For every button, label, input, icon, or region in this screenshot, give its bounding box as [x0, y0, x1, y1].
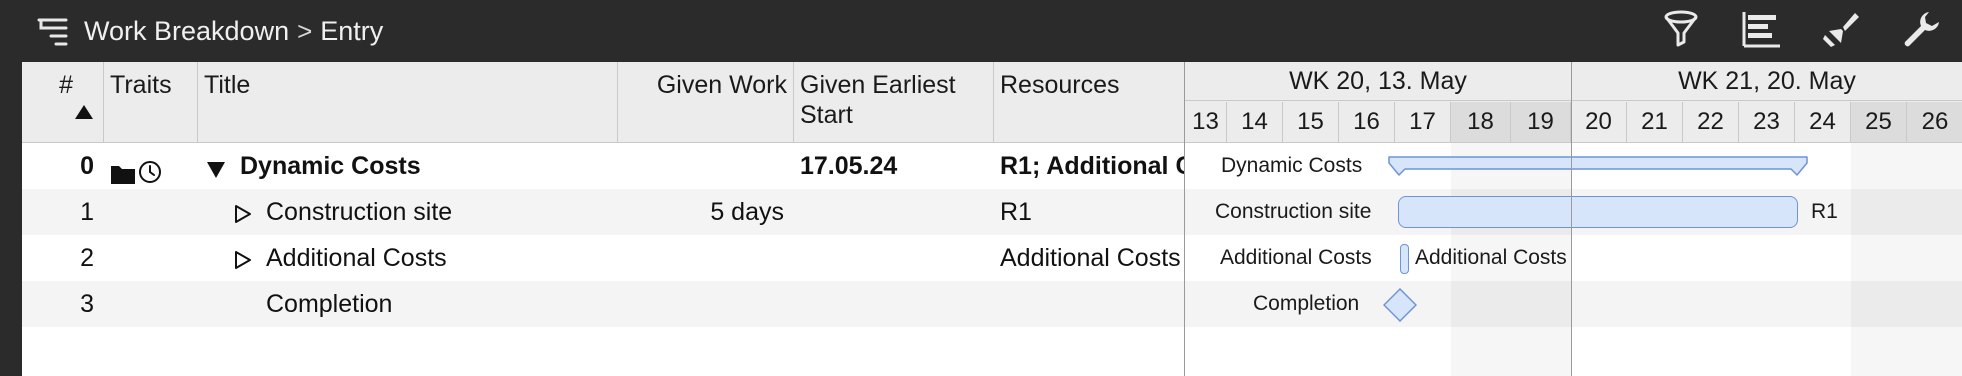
- column-label-title: Title: [204, 71, 251, 99]
- gantt-view-button[interactable]: [1738, 8, 1784, 54]
- sort-ascending-icon: [74, 98, 94, 127]
- work-breakdown-table: # Traits Title Given Work Given Earliest…: [22, 62, 1962, 376]
- row-given-work: [618, 143, 788, 189]
- milestone-diamond[interactable]: [1382, 287, 1418, 323]
- row-number: 1: [80, 198, 94, 226]
- day-header: 22: [1683, 102, 1739, 142]
- style-button[interactable]: [1818, 8, 1864, 54]
- task-bar[interactable]: [1400, 244, 1409, 274]
- row-start: [800, 235, 990, 281]
- day-header: 24: [1795, 102, 1851, 142]
- breadcrumb-current: Entry: [320, 15, 384, 46]
- column-label-given-work: Given Work: [656, 71, 787, 99]
- row-title: Additional Costs: [266, 244, 447, 272]
- gantt-body: Dynamic Costs Construction site R1 Addit…: [1185, 143, 1962, 376]
- clock-icon: [138, 153, 162, 189]
- breadcrumb: Work Breakdown > Entry: [36, 0, 383, 62]
- breadcrumb-parent[interactable]: Work Breakdown: [84, 16, 289, 47]
- collapsed-disclosure-icon[interactable]: [234, 248, 252, 277]
- wrench-icon: [1901, 9, 1941, 54]
- column-label-traits: Traits: [110, 71, 172, 99]
- gantt-label-left: Completion: [1253, 292, 1360, 315]
- breadcrumb-separator: >: [297, 15, 313, 46]
- column-header-title[interactable]: Title: [198, 62, 618, 142]
- gantt-label-left: Dynamic Costs: [1221, 154, 1363, 177]
- week-header: WK 20, 13. May: [1185, 62, 1571, 101]
- gantt-chart-icon: [1740, 9, 1782, 54]
- weekend-shading: [1851, 143, 1962, 376]
- title-bar: Work Breakdown > Entry: [0, 0, 1962, 62]
- outline-view-icon[interactable]: [36, 13, 72, 49]
- task-bar[interactable]: [1398, 196, 1798, 228]
- week-header: WK 21, 20. May: [1571, 62, 1962, 101]
- brush-icon: [1821, 9, 1861, 54]
- row-given-work: [618, 235, 784, 281]
- gantt-chart: WK 20, 13. May WK 21, 20. May 13 14 15 1…: [1184, 62, 1962, 376]
- column-label-given-earliest-start: Given Earliest Start: [800, 70, 956, 130]
- row-resources: Additional Costs: [1000, 244, 1181, 272]
- gantt-label-left: Construction site: [1215, 200, 1372, 223]
- row-start: [800, 281, 990, 327]
- row-given-work: [618, 281, 784, 327]
- week-divider: [1571, 62, 1572, 376]
- summary-bar[interactable]: [1387, 155, 1809, 177]
- day-header: 15: [1283, 102, 1339, 142]
- gantt-timescale: WK 20, 13. May WK 21, 20. May 13 14 15 1…: [1185, 62, 1962, 142]
- row-given-work: 5 days: [710, 198, 784, 226]
- expanded-disclosure-icon[interactable]: [206, 157, 226, 186]
- day-header-weekend: 25: [1851, 102, 1907, 142]
- row-resources: R1; Additional Costs: [1000, 152, 1184, 180]
- column-label-start-line2: Start: [800, 101, 853, 129]
- filter-button[interactable]: [1658, 8, 1704, 54]
- day-header: 23: [1739, 102, 1795, 142]
- column-header-given-earliest-start[interactable]: Given Earliest Start: [794, 62, 994, 142]
- day-header: 13: [1185, 102, 1227, 142]
- column-header-number[interactable]: #: [22, 62, 104, 142]
- column-header-traits[interactable]: Traits: [104, 62, 198, 142]
- row-number: 3: [80, 290, 94, 318]
- day-header: 16: [1339, 102, 1395, 142]
- row-title: Dynamic Costs: [240, 152, 421, 180]
- day-header-weekend: 26: [1907, 102, 1962, 142]
- row-title: Completion: [266, 290, 393, 318]
- settings-button[interactable]: [1898, 8, 1944, 54]
- column-label-number: #: [59, 71, 73, 99]
- column-header-given-work[interactable]: Given Work: [618, 62, 794, 142]
- row-title: Construction site: [266, 198, 453, 226]
- column-header-resources[interactable]: Resources: [994, 62, 1184, 142]
- toolbar: [1658, 0, 1944, 62]
- day-header: 17: [1395, 102, 1451, 142]
- day-header-weekend: 19: [1511, 102, 1571, 142]
- row-number: 0: [80, 152, 94, 180]
- folder-icon: [110, 154, 136, 189]
- collapsed-disclosure-icon[interactable]: [234, 202, 252, 231]
- gantt-label-right: Additional Costs: [1415, 246, 1567, 269]
- row-number: 2: [80, 244, 94, 272]
- day-header: 20: [1571, 102, 1627, 142]
- row-resources: [1000, 281, 1184, 327]
- day-header: 14: [1227, 102, 1283, 142]
- day-header-weekend: 18: [1451, 102, 1511, 142]
- row-start: [800, 189, 990, 235]
- day-header: 21: [1627, 102, 1683, 142]
- row-resources: R1: [1000, 198, 1032, 226]
- gantt-label-left: Additional Costs: [1220, 246, 1372, 269]
- column-label-start-line1: Given Earliest: [800, 71, 956, 99]
- gantt-label-right: R1: [1811, 200, 1838, 223]
- row-traits: [110, 143, 170, 189]
- column-label-resources: Resources: [1000, 71, 1120, 99]
- row-start: 17.05.24: [800, 152, 898, 180]
- filter-icon: [1661, 9, 1701, 54]
